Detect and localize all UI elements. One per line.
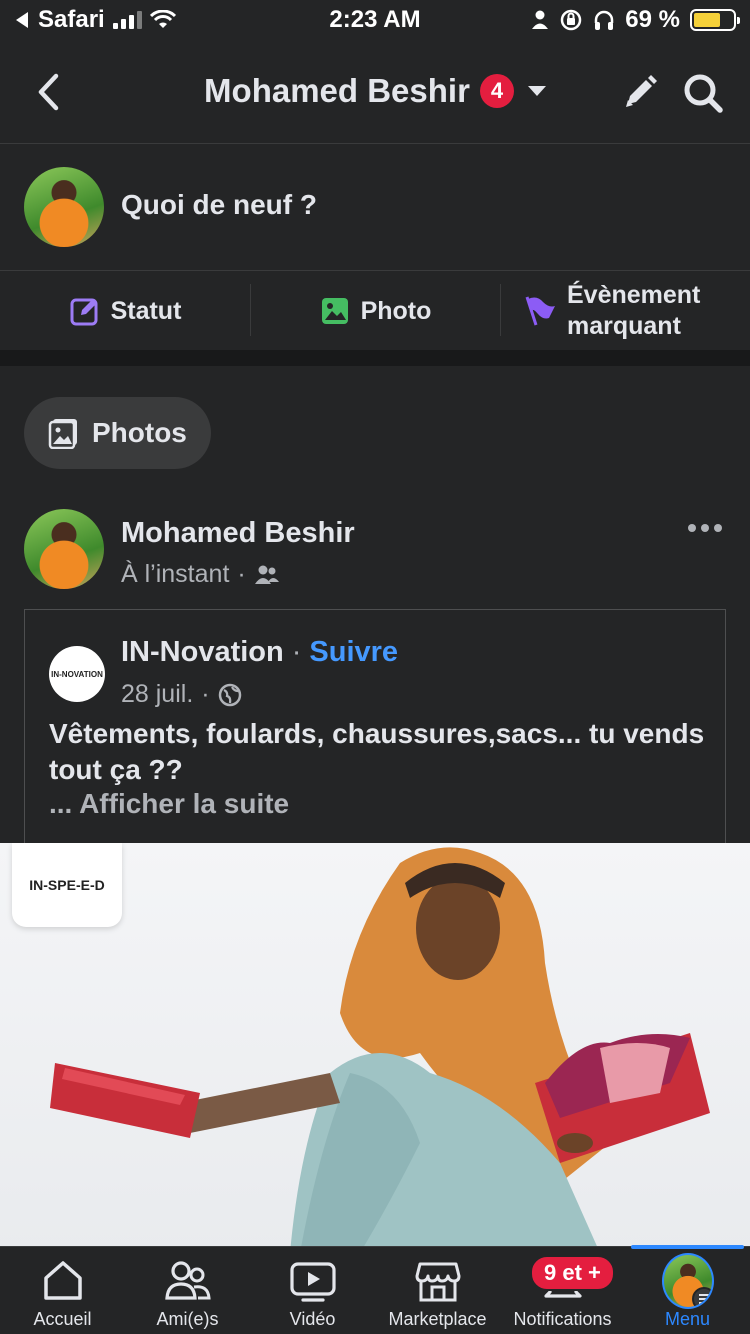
- life-event-label: Évènement marquant: [567, 281, 701, 340]
- feed: Photos Mohamed Beshir À l’instant · IN-N…: [0, 366, 750, 1246]
- shared-post-meta: 28 juil. ·: [121, 680, 242, 709]
- tab-friends[interactable]: Ami(e)s: [125, 1247, 250, 1334]
- tab-bar: Accueil Ami(e)s Vidéo Marketplace 9 et +…: [0, 1245, 750, 1334]
- friends-icon: [164, 1261, 211, 1300]
- rotation-lock-icon: [561, 9, 582, 31]
- shared-page-line: IN-Novation · Suivre: [121, 636, 398, 669]
- pencil-icon[interactable]: [620, 72, 660, 112]
- more-options-icon[interactable]: [688, 524, 722, 532]
- profile-header: Mohamed Beshir 4: [0, 42, 750, 144]
- tab-menu-label: Menu: [664, 1309, 711, 1329]
- avatar[interactable]: [24, 167, 104, 247]
- home-icon: [43, 1261, 82, 1300]
- tab-notifications-label: Notifications: [513, 1309, 612, 1329]
- composer-prompt[interactable]: Quoi de neuf ?: [121, 189, 317, 221]
- flag-icon: [525, 296, 555, 326]
- photo-label: Photo: [360, 296, 432, 325]
- see-more-link[interactable]: ... Afficher la suite: [49, 788, 289, 820]
- battery-icon: [690, 9, 740, 31]
- battery-percent: 69 %: [625, 6, 680, 33]
- photo-button[interactable]: Photo: [250, 272, 500, 350]
- notification-count-badge: 4: [479, 74, 514, 108]
- photos-icon: [48, 419, 77, 449]
- person-icon: [532, 10, 549, 29]
- section-divider: [0, 350, 750, 366]
- shared-post-text: Vêtements, foulards, chaussures,sacs... …: [49, 718, 705, 785]
- brand-logo-text: IN-SPE-E-D: [29, 877, 105, 893]
- tab-marketplace[interactable]: Marketplace: [375, 1247, 500, 1334]
- post-author[interactable]: Mohamed Beshir: [121, 517, 355, 550]
- post-composer[interactable]: Quoi de neuf ?: [0, 145, 750, 271]
- photos-filter-label: Photos: [92, 417, 187, 448]
- headphones-icon: [595, 10, 614, 30]
- edit-icon: [70, 298, 98, 326]
- post-photo[interactable]: IN-SPE-E-D: [0, 843, 750, 1246]
- shared-page-name[interactable]: IN-Novation: [121, 636, 284, 669]
- page-logo-text: IN-NOVATION: [51, 669, 103, 679]
- shared-post[interactable]: IN-NOVATION IN-Novation · Suivre 28 juil…: [24, 609, 726, 849]
- tab-home[interactable]: Accueil: [0, 1247, 125, 1334]
- menu-icon: [691, 1287, 712, 1307]
- post-time[interactable]: À l’instant: [121, 560, 229, 589]
- avatar[interactable]: [24, 509, 104, 589]
- photo-icon: [321, 298, 348, 324]
- page-title: Mohamed Beshir: [204, 72, 470, 109]
- search-icon[interactable]: [682, 72, 724, 114]
- avatar: [661, 1253, 714, 1309]
- name-separator: ·: [291, 636, 302, 668]
- follow-button[interactable]: Suivre: [309, 636, 398, 669]
- tab-marketplace-label: Marketplace: [388, 1309, 487, 1329]
- photos-filter-button[interactable]: Photos: [24, 397, 211, 469]
- chevron-down-icon: [527, 86, 546, 96]
- status-right: 69 %: [531, 6, 740, 34]
- tab-home-label: Accueil: [33, 1309, 92, 1329]
- brand-logo: IN-SPE-E-D: [12, 843, 122, 927]
- marketplace-icon: [415, 1262, 460, 1302]
- tab-video-label: Vidéo: [289, 1309, 336, 1329]
- video-icon: [289, 1262, 336, 1302]
- friends-icon: [254, 565, 279, 584]
- notifications-badge: 9 et +: [530, 1255, 615, 1291]
- date-separator: ·: [201, 680, 210, 708]
- meta-separator: ·: [237, 560, 246, 588]
- life-event-button[interactable]: Évènement marquant: [500, 272, 750, 350]
- shared-post-date[interactable]: 28 juil.: [121, 680, 193, 709]
- tab-notifications[interactable]: 9 et + Notifications: [500, 1247, 625, 1334]
- status-button[interactable]: Statut: [0, 272, 250, 350]
- post-meta: À l’instant ·: [121, 560, 280, 589]
- page-logo[interactable]: IN-NOVATION: [49, 646, 105, 702]
- status-label: Statut: [110, 296, 182, 325]
- globe-icon: [218, 683, 241, 706]
- composer-actions: Statut Photo Évènement marquant: [0, 272, 750, 350]
- tab-menu[interactable]: Menu: [625, 1245, 750, 1334]
- tab-video[interactable]: Vidéo: [250, 1247, 375, 1334]
- status-bar: Safari 2:23 AM 69 %: [0, 0, 750, 42]
- tab-friends-label: Ami(e)s: [156, 1309, 219, 1329]
